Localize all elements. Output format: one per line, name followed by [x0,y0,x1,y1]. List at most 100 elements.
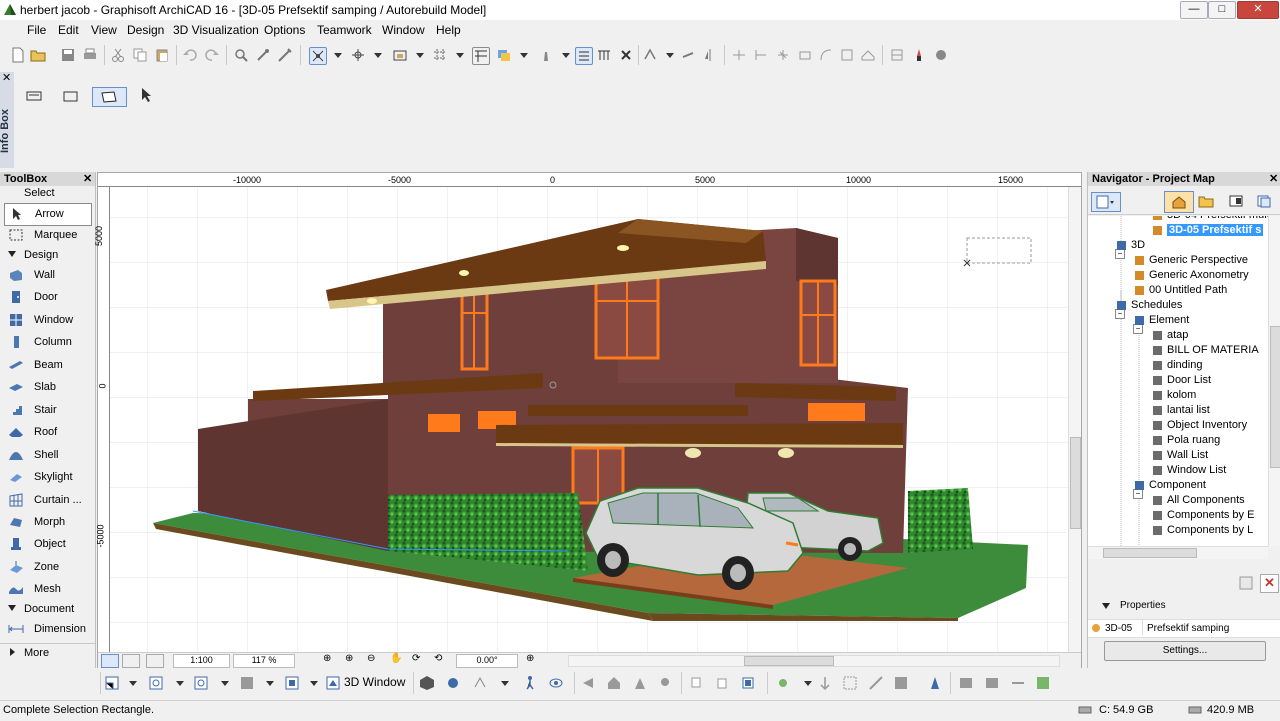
property-id[interactable]: 3D-05 [1105,623,1132,634]
navigator-scrollbar[interactable] [1268,216,1280,546]
trace-icon[interactable] [575,47,593,65]
vertical-scrollbar[interactable] [1068,187,1081,653]
dropdown-arrow-icon[interactable] [262,675,278,691]
menu-options[interactable]: Options [264,23,305,37]
walk-icon[interactable] [522,675,538,691]
paste-view-icon[interactable] [714,675,730,691]
menu-window[interactable]: Window [382,23,425,37]
menu-design[interactable]: Design [127,23,164,37]
3d-model-canvas[interactable] [98,173,1081,667]
tool-slab[interactable]: Slab [4,377,90,398]
orbit-view-icon[interactable] [548,675,564,691]
cutting-plane-icon[interactable] [868,675,884,691]
snap-icon[interactable] [350,47,366,63]
eyedropper-icon[interactable] [255,47,271,63]
zoom-in-icon[interactable]: ⊕ [323,653,331,664]
delete-icon[interactable] [618,47,634,63]
offset-icon[interactable] [839,47,855,63]
navigator-hscroll-thumb[interactable] [1103,548,1197,558]
tool-column[interactable]: Column [4,332,90,353]
cut-icon[interactable] [110,47,126,63]
open-file-icon[interactable] [30,47,46,63]
tool-dimension[interactable]: Dimension [4,619,90,640]
grass-texture-icon[interactable] [1035,675,1051,691]
tool-mesh[interactable]: Mesh [4,579,90,600]
filter-icon[interactable] [893,675,909,691]
tool-wall[interactable]: Wall [4,265,90,286]
print-view-icon[interactable] [958,675,974,691]
scale-field[interactable]: 1:100 [173,654,230,668]
worksheet-icon[interactable] [239,675,255,691]
gravity-icon[interactable] [309,47,327,65]
design-section-header[interactable]: Design [4,247,92,263]
floor-plan-icon[interactable] [104,675,120,691]
new-file-icon[interactable] [10,47,26,63]
tool-shell[interactable]: Shell [4,445,90,466]
detail-view-icon[interactable] [284,675,300,691]
find-select-icon[interactable] [233,47,249,63]
dropdown-arrow-icon[interactable] [800,675,816,691]
pen-icon[interactable] [538,47,554,63]
menu-help[interactable]: Help [436,23,461,37]
view-options-icon[interactable] [101,654,119,668]
zoom-window-icon[interactable] [122,654,140,668]
tool-morph[interactable]: Morph [4,512,90,533]
tool-stair[interactable]: Stair [4,400,90,421]
navigator-scroll-thumb[interactable] [1270,326,1280,468]
3d-cube-icon[interactable] [419,675,435,691]
menu-file[interactable]: File [27,23,46,37]
elevate-icon[interactable] [817,675,833,691]
horizontal-scroll-thumb[interactable] [744,656,834,666]
toolbox-close-icon[interactable]: ✕ [83,172,92,185]
dropdown-arrow-icon[interactable] [125,675,141,691]
layers-icon[interactable] [496,47,512,63]
render-icon[interactable] [933,47,949,63]
tool-zone[interactable]: Zone [4,557,90,578]
adjust-icon[interactable] [753,47,769,63]
orbit-icon[interactable]: ⟳ [412,653,420,664]
save-icon[interactable] [60,47,76,63]
home-view-icon[interactable] [606,675,622,691]
vertical-scroll-thumb[interactable] [1070,437,1081,529]
maximize-button[interactable]: □ [1208,1,1236,19]
dropdown-arrow-icon[interactable] [412,47,428,63]
copy-icon[interactable] [132,47,148,63]
eye-level-icon[interactable] [632,675,648,691]
3d-projection-icon[interactable] [445,675,461,691]
tool-door[interactable]: Door [4,287,90,308]
dropdown-arrow-icon[interactable] [662,47,678,63]
marquee-3d-icon[interactable] [842,675,858,691]
view-map-icon[interactable] [1198,194,1214,208]
resize-icon[interactable] [797,47,813,63]
horizontal-scrollbar[interactable] [568,655,1060,667]
menu-teamwork[interactable]: Teamwork [317,23,372,37]
3d-navigation-icon[interactable] [472,675,488,691]
tool-marquee[interactable]: Marquee [4,225,90,246]
tool-roof[interactable]: Roof [4,422,90,443]
dropdown-arrow-icon[interactable] [516,47,532,63]
section-icon[interactable] [596,47,612,63]
menu-edit[interactable]: Edit [58,23,79,37]
navigator-close-icon[interactable]: ✕ [1269,172,1278,185]
layout-book-icon[interactable] [1228,194,1244,208]
pointer-icon[interactable] [140,87,154,103]
light-icon[interactable] [657,675,673,691]
rotate-view-icon[interactable]: ⟲ [434,653,442,664]
fit-view-icon[interactable] [146,654,164,668]
explode-icon[interactable] [889,47,905,63]
3d-viewport[interactable]: -10000 -5000 0 5000 10000 15000 5000 0 -… [94,172,1082,668]
animation-icon[interactable] [1010,675,1026,691]
paste-icon[interactable] [154,47,170,63]
properties-header[interactable]: Properties [1088,597,1280,615]
tool-arrow[interactable]: Arrow [4,203,92,226]
pan-icon[interactable]: ✋ [390,653,402,664]
info-box-tab[interactable]: Info Box [0,72,14,168]
layout-icon[interactable] [472,47,490,65]
section-view-icon[interactable] [148,675,164,691]
camera-move-icon[interactable] [580,675,596,691]
menu-3d-visualization[interactable]: 3D Visualization [173,23,259,37]
document-section-header[interactable]: Document [4,601,92,617]
copy-view-icon[interactable] [689,675,705,691]
new-viewpoint-icon[interactable] [1238,575,1254,591]
tool-beam[interactable]: Beam [4,355,90,376]
